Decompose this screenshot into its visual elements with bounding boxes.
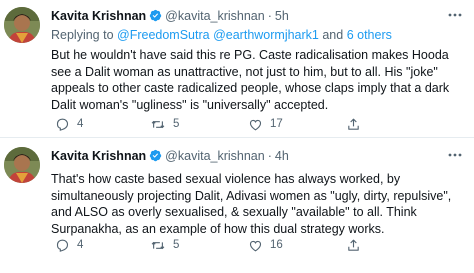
reply-button[interactable]: 4 <box>55 237 83 253</box>
author-handle[interactable]: @kavita_krishnan <box>165 9 265 23</box>
reply-mention-link[interactable]: @earthwormjhark1 <box>213 28 319 42</box>
retweet-icon <box>151 120 165 128</box>
more-horizontal-icon[interactable] <box>446 8 464 22</box>
tweet-header: Kavita Krishnan @kavita_krishnan · 4h <box>51 149 444 167</box>
separator-dot: · <box>267 9 272 23</box>
tweet-header: Kavita Krishnan @kavita_krishnan · 5h <box>51 9 444 27</box>
tweet[interactable]: Kavita Krishnan @kavita_krishnan · 4h That'… <box>0 138 474 273</box>
author-name[interactable]: Kavita Krishnan <box>51 149 146 163</box>
share-icon <box>348 239 359 251</box>
reply-count: 4 <box>77 118 84 130</box>
timestamp[interactable]: 5h <box>275 9 289 23</box>
tweet-actions: 4 5 17 <box>51 116 431 132</box>
reply-count: 4 <box>77 239 84 251</box>
tweet-text: But he wouldn't have said this re PG. Ca… <box>51 48 450 112</box>
retweet-button[interactable]: 5 <box>150 237 179 253</box>
like-button[interactable]: 16 <box>248 237 283 253</box>
retweet-count: 5 <box>173 118 180 130</box>
like-icon <box>249 240 262 251</box>
retweet-icon <box>151 241 165 249</box>
retweet-count: 5 <box>173 239 180 251</box>
retweet-button[interactable]: 5 <box>150 116 179 132</box>
avatar[interactable] <box>4 147 40 183</box>
replying-to-label: Replying to <box>51 28 118 42</box>
author-handle[interactable]: @kavita_krishnan <box>165 149 265 163</box>
reply-mention-link[interactable]: @FreedomSutra <box>117 28 210 42</box>
reply-icon <box>56 239 69 252</box>
reply-and-label: and <box>318 28 347 42</box>
share-button[interactable] <box>346 116 368 132</box>
like-count: 16 <box>270 239 283 251</box>
verified-badge-icon <box>149 149 162 165</box>
tweet-thread: Kavita Krishnan @kavita_krishnan · 5h Reply… <box>0 0 474 273</box>
share-button[interactable] <box>346 237 368 253</box>
author-name[interactable]: Kavita Krishnan <box>51 9 146 23</box>
replying-to-line: Replying to @FreedomSutra @earthwormjhar… <box>51 28 392 42</box>
reply-others-link[interactable]: 6 others <box>347 28 392 42</box>
more-horizontal-icon[interactable] <box>446 148 464 162</box>
separator-dot: · <box>267 149 272 163</box>
reply-icon <box>56 118 69 131</box>
verified-badge-icon <box>149 9 162 25</box>
tweet-text: That's how caste based sexual violence h… <box>51 172 452 236</box>
tweet[interactable]: Kavita Krishnan @kavita_krishnan · 5h Reply… <box>0 0 474 138</box>
share-icon <box>348 118 359 130</box>
avatar[interactable] <box>4 7 40 43</box>
timestamp[interactable]: 4h <box>275 149 289 163</box>
like-button[interactable]: 17 <box>248 116 283 132</box>
reply-button[interactable]: 4 <box>55 116 83 132</box>
like-icon <box>249 119 262 130</box>
like-count: 17 <box>270 118 283 130</box>
tweet-actions: 4 5 16 <box>51 237 431 253</box>
